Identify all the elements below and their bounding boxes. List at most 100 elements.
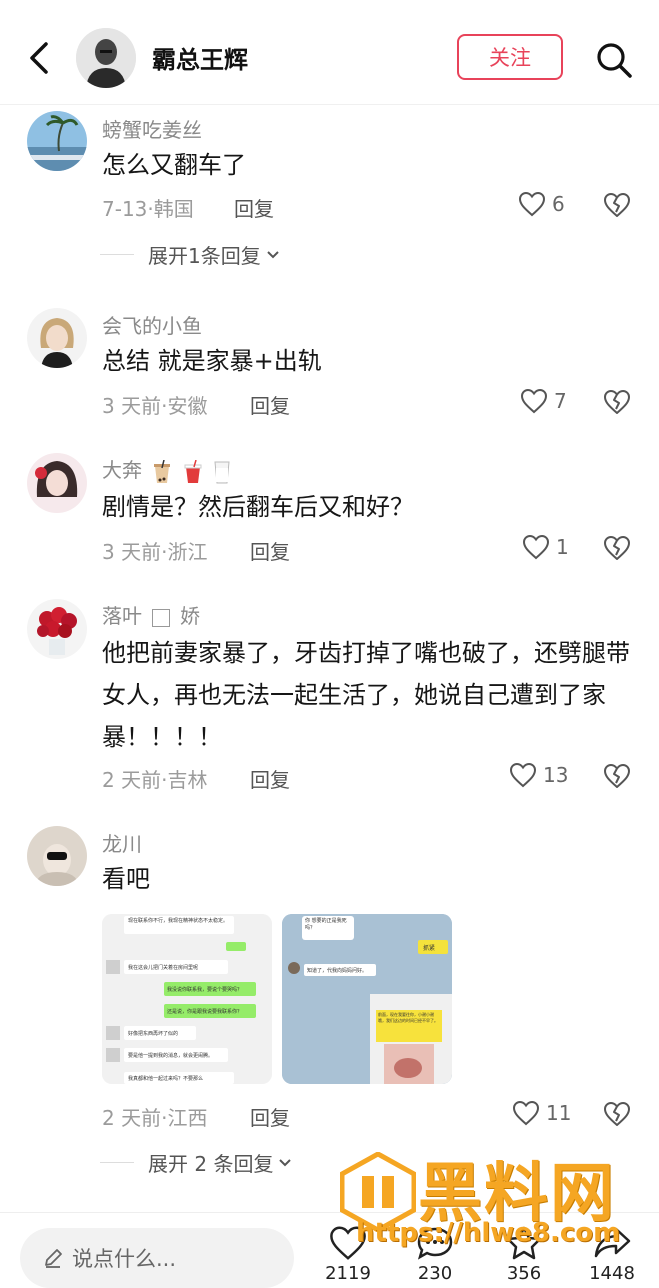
search-icon[interactable] — [594, 40, 634, 80]
heart-icon — [520, 388, 548, 414]
chat-line: 我没说你联系我，要说个要哭吗？ — [167, 987, 243, 993]
like-action[interactable]: 2119 — [318, 1225, 378, 1284]
comment-text: 剧情是？然后翻车后又和好？ — [102, 493, 414, 521]
comment-input[interactable]: 说点什么... — [20, 1228, 294, 1288]
comment-date: 7-13 — [102, 197, 148, 221]
back-arrow-icon[interactable] — [24, 40, 54, 76]
comment-meta: 3 天前·安徽 — [102, 390, 207, 419]
comment-meta: 2 天前·吉林 — [102, 764, 207, 793]
square-glyph-icon — [152, 608, 170, 627]
chevron-down-icon — [267, 250, 279, 258]
like-count: 13 — [543, 763, 569, 787]
broken-heart-icon[interactable] — [603, 192, 631, 218]
input-placeholder: 说点什么... — [72, 1247, 177, 1271]
comment-text: 怎么又翻车了 — [102, 151, 246, 179]
comment-image[interactable]: 你 想要的正是我死吗？ 抓紧 知道了，代我向妈妈问好。 前面，现在我要往你，小谢… — [282, 914, 452, 1084]
avatar[interactable] — [27, 111, 87, 171]
like-count: 11 — [546, 1101, 572, 1125]
broken-heart-icon[interactable] — [603, 1101, 631, 1127]
avatar[interactable] — [27, 453, 87, 513]
chevron-down-icon — [279, 1158, 292, 1166]
username-part-b: 娇 — [180, 604, 200, 628]
chat-line: 知道了，代我向妈妈问好。 — [307, 968, 368, 974]
avatar[interactable] — [27, 826, 87, 886]
like-button[interactable]: 6 — [518, 191, 565, 217]
like-count: 6 — [552, 192, 565, 216]
like-count: 7 — [554, 389, 567, 413]
reply-button[interactable]: 回复 — [250, 536, 290, 565]
chat-screenshot-2 — [282, 914, 452, 1084]
chat-line: 我在这会儿把门关着在房间里呢 — [128, 965, 199, 971]
reply-button[interactable]: 回复 — [250, 764, 290, 793]
comment-text: 看吧 — [102, 865, 150, 893]
share-arrow-icon — [594, 1227, 631, 1258]
comment-date: 3 天前 — [102, 394, 162, 418]
chat-line: 前面，现在我要往你，小谢小谢哦，我们这边的时间已经不早了。 — [378, 1012, 438, 1023]
favorite-action[interactable]: 356 — [494, 1225, 554, 1284]
star-icon — [506, 1226, 542, 1260]
avatar[interactable] — [27, 599, 87, 659]
chat-line: 现在联系你不行，我现在精神状态不太稳定。 — [128, 918, 229, 924]
heart-icon — [330, 1226, 366, 1260]
comment-date: 3 天前 — [102, 540, 162, 564]
expand-label: 展开1条回复 — [148, 244, 261, 268]
heart-icon — [512, 1100, 540, 1126]
milk-glass-icon — [214, 461, 230, 483]
reply-button[interactable]: 回复 — [250, 390, 290, 419]
bubble-tea-icon — [154, 459, 171, 483]
comment-total: 230 — [417, 1263, 453, 1284]
comment-meta: 7-13·韩国 — [102, 193, 194, 222]
chat-line: 我真都和他一起过来吗？不要那么 — [128, 1076, 204, 1082]
comment-image[interactable]: 现在联系你不行，我现在精神状态不太稳定。 我在这会儿把门关着在房间里呢 我没说你… — [102, 914, 272, 1084]
username[interactable]: 大奔 — [102, 454, 231, 484]
chat-line: 要是他一提到我的消息，就会更闹腾。 — [128, 1053, 214, 1059]
share-action[interactable]: 1448 — [582, 1225, 642, 1284]
expand-label: 展开 2 条回复 — [148, 1152, 274, 1176]
bottom-bar: 说点什么... 2119 230 356 1448 — [0, 1212, 659, 1288]
username-text: 大奔 — [102, 458, 142, 482]
comment-location: 韩国 — [153, 197, 194, 221]
divider — [100, 254, 134, 255]
username[interactable]: 会飞的小鱼 — [102, 310, 202, 339]
comment-meta: 2 天前·江西 — [102, 1102, 207, 1131]
broken-heart-icon[interactable] — [603, 763, 631, 789]
username-part-a: 落叶 — [102, 604, 142, 628]
comment-action[interactable]: 230 — [405, 1225, 465, 1284]
username[interactable]: 螃蟹吃姜丝 — [102, 114, 202, 143]
share-total: 1448 — [589, 1263, 635, 1284]
reply-button[interactable]: 回复 — [250, 1102, 290, 1131]
like-count: 1 — [556, 535, 569, 559]
chat-line: 还是说，你是跟我说要我联系你？ — [167, 1009, 243, 1015]
pencil-icon — [45, 1249, 62, 1268]
comment-location: 浙江 — [167, 540, 208, 564]
author-avatar[interactable] — [76, 28, 136, 88]
comment-date: 2 天前 — [102, 768, 162, 792]
broken-heart-icon[interactable] — [603, 389, 631, 415]
avatar[interactable] — [27, 308, 87, 368]
favorite-total: 356 — [506, 1263, 542, 1284]
reply-button[interactable]: 回复 — [234, 193, 274, 222]
chat-line: 抓紧 — [423, 945, 436, 952]
chat-line: 好像把东西再坏了似的 — [128, 1031, 179, 1037]
author-name[interactable]: 霸总王辉 — [152, 40, 248, 75]
like-button[interactable]: 7 — [520, 388, 567, 414]
expand-replies-button[interactable]: 展开1条回复 — [100, 240, 281, 269]
comment-location: 吉林 — [167, 768, 208, 792]
like-total: 2119 — [325, 1263, 371, 1284]
username[interactable]: 龙川 — [102, 828, 142, 857]
heart-icon — [509, 762, 537, 788]
like-button[interactable]: 11 — [512, 1100, 571, 1126]
divider — [100, 1162, 134, 1163]
like-button[interactable]: 13 — [509, 762, 568, 788]
heart-icon — [522, 534, 550, 560]
heart-icon — [518, 191, 546, 217]
top-bar: 霸总王辉 关注 — [0, 0, 659, 105]
broken-heart-icon[interactable] — [603, 535, 631, 561]
comment-location: 安徽 — [167, 394, 208, 418]
expand-replies-button[interactable]: 展开 2 条回复 — [100, 1148, 293, 1177]
like-button[interactable]: 1 — [522, 534, 569, 560]
chat-line: 你 想要的正是我死吗？ — [305, 918, 347, 931]
comment-location: 江西 — [167, 1106, 208, 1130]
follow-button[interactable]: 关注 — [457, 34, 563, 80]
username[interactable]: 落叶 娇 — [102, 600, 200, 629]
